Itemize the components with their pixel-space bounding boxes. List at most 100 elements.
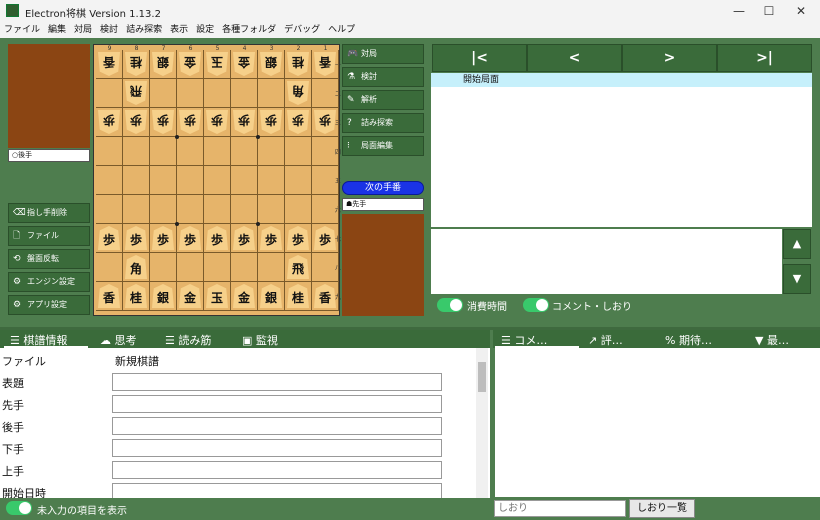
board-square[interactable]: 銀 [258, 282, 285, 311]
board-square[interactable]: 歩 [150, 224, 177, 253]
board-square[interactable] [258, 79, 285, 108]
board-square[interactable]: 飛 [123, 79, 150, 108]
gote-piece[interactable]: 歩 [233, 110, 255, 134]
board-square[interactable]: 歩 [312, 224, 339, 253]
board-square[interactable] [177, 166, 204, 195]
sente-piece[interactable]: 角 [125, 255, 147, 279]
board-square[interactable] [96, 137, 123, 166]
board-square[interactable] [285, 195, 312, 224]
tab-expectation[interactable]: % 期待… [665, 332, 712, 348]
board-square[interactable]: 金 [231, 50, 258, 79]
sente-piece[interactable]: 歩 [233, 226, 255, 250]
gote-piece[interactable]: 飛 [125, 81, 147, 105]
board-square[interactable]: 角 [123, 253, 150, 282]
gote-piece[interactable]: 歩 [206, 110, 228, 134]
board-square[interactable]: 角 [285, 79, 312, 108]
tab-thinking[interactable]: ☁ 思考 [100, 332, 137, 348]
board-square[interactable]: 銀 [258, 50, 285, 79]
board-square[interactable]: 歩 [204, 224, 231, 253]
board-square[interactable]: 歩 [231, 224, 258, 253]
menu-mate-search[interactable]: 詰み探索 [122, 22, 166, 38]
board-square[interactable]: 歩 [258, 108, 285, 137]
board-square[interactable]: 香 [96, 282, 123, 311]
gote-piece[interactable]: 歩 [287, 110, 309, 134]
gote-piece[interactable]: 香 [314, 52, 336, 76]
board-square[interactable] [258, 195, 285, 224]
board-square[interactable] [312, 166, 339, 195]
analysis-button[interactable]: ✎ 解析 [342, 90, 424, 110]
scroll-up-button[interactable]: ▲ [783, 229, 811, 259]
flip-board-button[interactable]: ⟲ 盤面反転 [8, 249, 90, 269]
elapsed-time-toggle[interactable] [437, 298, 463, 312]
board-square[interactable]: 金 [231, 282, 258, 311]
board-square[interactable] [96, 195, 123, 224]
menu-debug[interactable]: デバッグ [280, 22, 324, 38]
board-square[interactable] [96, 253, 123, 282]
sente-piece[interactable]: 歩 [260, 226, 282, 250]
sente-piece[interactable]: 歩 [287, 226, 309, 250]
research-button[interactable]: ⚗ 検討 [342, 67, 424, 87]
sente-piece[interactable]: 桂 [287, 284, 309, 308]
board-square[interactable] [258, 137, 285, 166]
sente-piece[interactable]: 歩 [206, 226, 228, 250]
board-square[interactable] [177, 137, 204, 166]
gote-piece[interactable]: 銀 [260, 52, 282, 76]
board-square[interactable] [231, 137, 258, 166]
gote-piece[interactable]: 歩 [152, 110, 174, 134]
board-square[interactable] [150, 253, 177, 282]
board-square[interactable] [204, 166, 231, 195]
board-square[interactable] [123, 195, 150, 224]
board-square[interactable] [150, 195, 177, 224]
board-square[interactable] [177, 253, 204, 282]
scrollbar[interactable] [476, 348, 488, 498]
bookmark-input[interactable] [494, 500, 626, 517]
board-square[interactable]: 香 [96, 50, 123, 79]
board-square[interactable] [312, 195, 339, 224]
board-square[interactable]: 歩 [96, 224, 123, 253]
board-square[interactable] [285, 137, 312, 166]
board-square[interactable] [204, 195, 231, 224]
next-move-button[interactable]: > [622, 44, 717, 72]
gote-piece[interactable]: 金 [179, 52, 201, 76]
board-square[interactable]: 飛 [285, 253, 312, 282]
board-square[interactable] [96, 166, 123, 195]
board-square[interactable]: 歩 [123, 108, 150, 137]
board-square[interactable]: 金 [177, 50, 204, 79]
tab-evaluation[interactable]: ↗ 評… [588, 332, 623, 348]
board-square[interactable]: 金 [177, 282, 204, 311]
gote-piece[interactable]: 歩 [98, 110, 120, 134]
board-square[interactable]: 歩 [231, 108, 258, 137]
board-square[interactable]: 香 [312, 282, 339, 311]
gote-input[interactable] [112, 417, 442, 435]
board-square[interactable]: 歩 [312, 108, 339, 137]
first-move-button[interactable]: |< [432, 44, 527, 72]
minimize-button[interactable]: — [724, 2, 754, 20]
board-square[interactable] [150, 166, 177, 195]
sente-piece[interactable]: 金 [179, 284, 201, 308]
sente-piece[interactable]: 香 [314, 284, 336, 308]
menu-research[interactable]: 検討 [96, 22, 122, 38]
gote-piece[interactable]: 香 [98, 52, 120, 76]
sente-piece[interactable]: 玉 [206, 284, 228, 308]
gote-piece[interactable]: 歩 [179, 110, 201, 134]
board-square[interactable] [150, 79, 177, 108]
board-square[interactable]: 香 [312, 50, 339, 79]
scroll-down-button[interactable]: ▼ [783, 264, 811, 294]
sente-piece[interactable]: 歩 [125, 226, 147, 250]
sente-piece[interactable]: 歩 [179, 226, 201, 250]
board-square[interactable] [231, 253, 258, 282]
board-square[interactable] [312, 79, 339, 108]
delete-move-button[interactable]: ⌫指し手削除 [8, 203, 90, 223]
sente-piece[interactable]: 香 [98, 284, 120, 308]
engine-settings-button[interactable]: ⚙ エンジン設定 [8, 272, 90, 292]
board-square[interactable] [204, 137, 231, 166]
gote-piece[interactable]: 金 [233, 52, 255, 76]
last-move-button[interactable]: >| [717, 44, 812, 72]
board-square[interactable]: 歩 [285, 224, 312, 253]
gote-piece[interactable]: 桂 [287, 52, 309, 76]
app-settings-button[interactable]: ⚙ アプリ設定 [8, 295, 90, 315]
shitate-input[interactable] [112, 439, 442, 457]
board-square[interactable]: 歩 [258, 224, 285, 253]
board-square[interactable]: 桂 [285, 282, 312, 311]
menu-folders[interactable]: 各種フォルダ [218, 22, 280, 38]
